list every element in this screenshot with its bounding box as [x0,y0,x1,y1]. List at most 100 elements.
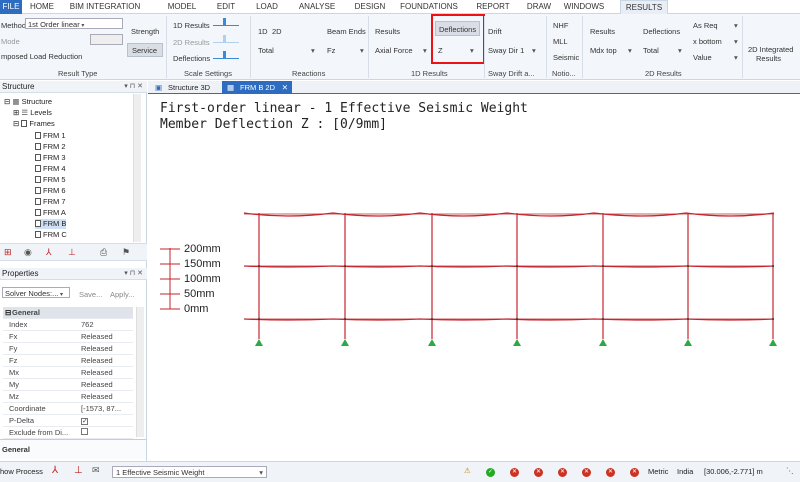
mdx-top-select[interactable]: Mdx top [590,46,617,55]
tree-node-frame[interactable]: FRM 4 [35,164,66,174]
globe-icon[interactable]: ◉ [24,247,32,258]
results-2d-slider[interactable] [213,35,239,43]
integrated-2d-results-button[interactable]: 2D Integrated [748,45,793,54]
results-2d-button[interactable]: Results [590,27,615,36]
sway-dir-select[interactable]: Sway Dir 1 [488,46,524,55]
axial-force-select[interactable]: Axial Force [375,46,413,55]
total-2d-select[interactable]: Total [643,46,659,55]
status-bar: how Process ⅄ ⊥ ✉ 1 Effective Seismic We… [0,461,800,482]
value-select[interactable]: Value [693,53,712,62]
menu-tab-foundations[interactable]: FOUNDATIONS [399,0,459,14]
exclude-checkbox[interactable] [81,428,88,435]
property-value[interactable] [81,427,135,438]
mail-icon[interactable]: ✉ [92,465,100,476]
member-icon[interactable]: ⊥ [74,465,83,476]
structure-scrollbar[interactable] [133,94,141,242]
property-value[interactable]: ✓ [81,415,135,426]
expand-icon[interactable]: ⊞ [13,108,19,117]
tab-structure-3d[interactable]: ▣ Structure 3D [150,81,220,94]
panel-pin-close-icon[interactable]: ▾ ⊓ ✕ [124,81,143,93]
tree-node-frame[interactable]: FRM C [35,230,67,240]
group-sway-drift: Sway Drift a... [488,69,535,78]
deflections-slider[interactable] [213,51,239,59]
error-icon[interactable]: ✕ [606,468,615,477]
menu-tab-report[interactable]: REPORT [471,0,515,14]
apply-button[interactable]: Apply... [110,290,134,299]
menu-tab-load[interactable]: LOAD [252,0,282,14]
reactions-total-select[interactable]: Total [258,46,274,55]
load-case-select[interactable]: 1 Effective Seismic Weight ▾ [112,466,267,478]
menu-tab-edit[interactable]: EDIT [211,0,241,14]
region-indicator[interactable]: India [677,467,693,476]
as-req-select[interactable]: As Req [693,21,718,30]
flag-icon[interactable]: ⚑ [122,247,130,258]
reactions-2d-toggle[interactable]: 2D [272,27,282,36]
load-icon[interactable]: ⅄ [46,247,52,258]
solver-nodes-select[interactable]: Solver Nodes:... [2,287,70,298]
imposed-load-reduction-checkbox[interactable]: mposed Load Reduction [1,52,82,61]
tree-node-frame[interactable]: FRM 7 [35,197,66,207]
x-bottom-select[interactable]: x bottom [693,37,722,46]
menu-tab-draw[interactable]: DRAW [524,0,554,14]
panel-pin-close-icon[interactable]: ▾ ⊓ ✕ [124,268,143,280]
menu-tab-windows[interactable]: WINDOWS [558,0,610,14]
frame-canvas[interactable]: First-order linear - 1 Effective Seismic… [148,95,800,460]
tree-node-structure[interactable]: ⊟ ▦ Structure [4,97,52,107]
menu-tab-analyse[interactable]: ANALYSE [294,0,340,14]
menu-tab-results[interactable]: RESULTS [620,0,668,14]
results-1d-slider[interactable] [213,18,239,26]
property-key: P-Delta [9,416,35,425]
tree-node-frame[interactable]: FRM 3 [35,153,66,163]
strength-button[interactable]: Strength [131,27,159,36]
drift-button[interactable]: Drift [488,27,502,36]
service-button[interactable]: Service [127,43,163,57]
nhf-button[interactable]: NHF [553,21,568,30]
seismic-button[interactable]: Seismic [553,53,579,62]
show-process-button[interactable]: how Process [0,467,43,476]
tree-node-frame[interactable]: FRM 2 [35,142,66,152]
error-icon[interactable]: ✕ [582,468,591,477]
p-delta-checkbox[interactable]: ✓ [81,418,88,425]
warning-icon[interactable]: ⚠ [464,466,471,475]
report-icon[interactable]: ⎙ [100,247,107,258]
reactions-fz-select[interactable]: Fz [327,46,335,55]
analysis-icon[interactable]: ⅄ [52,465,58,476]
close-icon[interactable]: ✕ [282,81,288,94]
tree-node-frames[interactable]: ⊟ Frames [13,119,55,129]
menu-tab-model[interactable]: MODEL [163,0,201,14]
method-select[interactable]: 1st Order linear [25,18,123,29]
beam-ends-button[interactable]: Beam Ends [327,27,366,36]
tree-node-frame[interactable]: FRM A [35,208,66,218]
menu-tab-bim-integration[interactable]: BIM INTEGRATION [59,0,151,14]
collapse-icon[interactable]: ⊟ [4,97,10,106]
units-indicator[interactable]: Metric [648,467,668,476]
property-category[interactable]: ⊟ General [3,307,133,319]
frame-view-icon[interactable]: ⊞ [4,247,12,258]
mode-select[interactable] [90,34,123,45]
tree-node-frame[interactable]: FRM 1 [35,131,66,141]
collapse-icon[interactable]: ⊟ [13,119,19,128]
error-icon[interactable]: ✕ [510,468,519,477]
error-icon[interactable]: ✕ [534,468,543,477]
tree-node-frame-selected[interactable]: FRM B [35,219,67,229]
collapse-icon[interactable]: ⊟ [5,307,11,318]
deflections-2d-button[interactable]: Deflections [643,27,680,36]
mll-button[interactable]: MLL [553,37,568,46]
menu-tab-design[interactable]: DESIGN [349,0,391,14]
results-1d-button[interactable]: Results [375,27,400,36]
menu-tab-home[interactable]: HOME [28,0,56,14]
tree-node-levels[interactable]: ⊞ ☰ Levels [13,108,52,118]
error-icon[interactable]: ✕ [630,468,639,477]
reactions-1d-toggle[interactable]: 1D [258,27,268,36]
check-ok-icon[interactable]: ✓ [486,468,495,477]
tree-node-frame[interactable]: FRM 5 [35,175,66,185]
properties-scrollbar[interactable] [136,307,144,437]
resize-grip-icon[interactable]: ⋱ [786,466,794,475]
error-icon[interactable]: ✕ [558,468,567,477]
member-icon[interactable]: ⊥ [68,247,76,258]
save-button[interactable]: Save... [79,290,102,299]
tree-node-frame[interactable]: FRM 6 [35,186,66,196]
menu-tab-file[interactable]: FILE [0,0,22,14]
tab-frm-b-2d[interactable]: ▦ FRM B 2D ✕ [222,81,292,94]
property-row: My Released [3,379,133,391]
